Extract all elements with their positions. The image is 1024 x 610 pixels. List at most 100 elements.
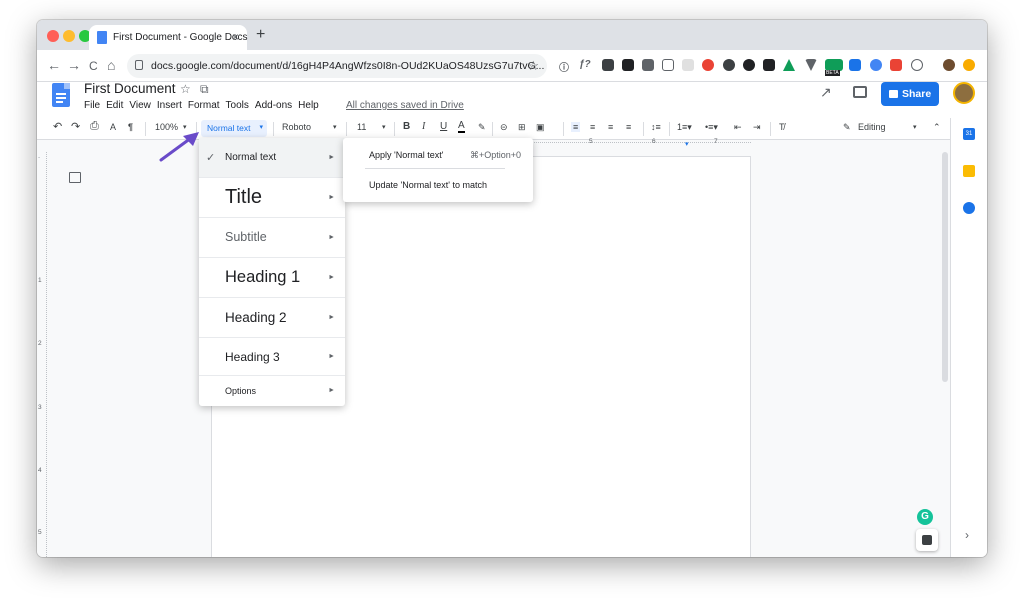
insert-image-icon[interactable]: ▣ (536, 122, 545, 133)
document-outline-icon[interactable] (69, 172, 81, 183)
close-window-button[interactable] (47, 30, 59, 42)
extension-formula-icon[interactable]: ƒ? (579, 59, 591, 71)
profile-avatar[interactable] (943, 59, 955, 71)
apply-normal-text-item[interactable]: Apply 'Normal text' (369, 150, 443, 160)
decrease-indent-icon[interactable]: ⇤ (734, 122, 742, 133)
style-option-label: Title (225, 186, 263, 208)
share-button[interactable]: Share (881, 82, 939, 106)
insert-link-icon[interactable]: ⊝ (500, 122, 508, 133)
menu-help[interactable]: Help (298, 100, 319, 111)
add-comment-icon[interactable]: ⊞ (518, 122, 526, 133)
extension-s-icon[interactable] (849, 59, 861, 71)
extension-asana-icon[interactable] (702, 59, 714, 71)
style-option-normal-text[interactable]: ✓ Normal text ► (199, 138, 345, 178)
extension-drive-icon[interactable] (783, 59, 795, 71)
align-justify-icon[interactable]: ≡ (626, 122, 631, 132)
style-option-subtitle[interactable]: Subtitle ► (199, 218, 345, 258)
extension-v-icon[interactable] (805, 59, 817, 71)
bulleted-list-icon[interactable]: •≡▾ (705, 122, 718, 133)
paragraph-style-select[interactable]: Normal text ▾ (201, 120, 267, 137)
undo-button[interactable]: ↶ (53, 120, 62, 133)
back-button[interactable]: ← (47, 57, 61, 73)
browser-tab[interactable]: First Document - Google Docs × (89, 25, 248, 50)
bold-button[interactable]: B (403, 121, 410, 132)
extension-monitor-icon[interactable] (763, 59, 775, 71)
extension-notion-icon[interactable] (622, 59, 634, 71)
grammarly-icon[interactable]: G (917, 509, 933, 525)
home-button[interactable]: ⌂ (107, 57, 115, 73)
extension-info-icon[interactable]: ⓘ (559, 59, 571, 74)
collapse-toolbar-icon[interactable]: ⌃ (933, 122, 941, 133)
bookmark-star-icon[interactable]: ☆ (527, 58, 539, 74)
increase-indent-icon[interactable]: ⇥ (753, 122, 761, 133)
explore-button[interactable] (916, 529, 938, 551)
submenu-arrow-icon: ► (328, 387, 335, 394)
chevron-right-icon[interactable]: › (965, 528, 969, 542)
menu-tools[interactable]: Tools (226, 100, 249, 111)
menu-file[interactable]: File (84, 100, 100, 111)
docs-logo-icon[interactable] (52, 83, 70, 107)
italic-button[interactable]: I (422, 121, 425, 132)
update-icon[interactable] (963, 59, 975, 71)
redo-button[interactable]: ↷ (71, 120, 80, 133)
highlight-pen-icon[interactable]: ✎ (478, 122, 486, 133)
align-right-icon[interactable]: ≡ (608, 122, 613, 132)
minimize-window-button[interactable] (63, 30, 75, 42)
style-option-heading-2[interactable]: Heading 2 ► (199, 298, 345, 338)
forward-button[interactable]: → (67, 57, 81, 73)
extension-h-icon[interactable] (642, 59, 654, 71)
calendar-icon[interactable]: 31 (963, 128, 975, 140)
extension-blank-icon[interactable] (682, 59, 694, 71)
share-label: Share (902, 88, 932, 100)
print-button[interactable]: ⎙ (90, 120, 99, 133)
arrow-shaft (159, 136, 193, 162)
extension-c-icon[interactable] (662, 59, 674, 71)
activity-trend-icon[interactable]: ↗ (820, 84, 832, 101)
line-spacing-icon[interactable]: ↕≡ (651, 122, 661, 132)
size-caret-icon[interactable]: ▾ (382, 123, 386, 131)
tasks-icon[interactable] (963, 202, 975, 214)
clear-formatting-icon[interactable]: T̸ (779, 122, 785, 132)
underline-button[interactable]: U (440, 121, 447, 132)
move-folder-icon[interactable]: ⧉ (200, 82, 209, 97)
style-option-heading-3[interactable]: Heading 3 ► (199, 338, 345, 376)
extension-face-icon[interactable] (911, 59, 923, 71)
reload-button[interactable]: C (89, 59, 98, 73)
text-color-button[interactable]: A (458, 120, 465, 133)
mode-caret-icon[interactable]: ▾ (913, 123, 917, 131)
menu-edit[interactable]: Edit (106, 100, 123, 111)
keep-icon[interactable] (963, 165, 975, 177)
editing-mode-select[interactable]: Editing (858, 122, 886, 132)
indent-marker-icon[interactable]: ▾ (685, 140, 689, 148)
omnibox[interactable]: docs.google.com/document/d/16gH4P4AngWfz… (127, 54, 547, 78)
paint-format-button[interactable]: ¶ (128, 122, 133, 132)
extension-heart-icon[interactable] (743, 59, 755, 71)
style-option-options[interactable]: Options ► (199, 376, 345, 406)
menu-format[interactable]: Format (188, 100, 220, 111)
style-option-title[interactable]: Title ► (199, 178, 345, 218)
star-icon[interactable]: ☆ (180, 82, 191, 96)
font-caret-icon[interactable]: ▾ (333, 123, 337, 131)
account-avatar[interactable] (953, 82, 975, 104)
document-title[interactable]: First Document (84, 81, 176, 96)
comments-icon[interactable] (853, 86, 867, 98)
save-status[interactable]: All changes saved in Drive (346, 100, 464, 111)
font-select[interactable]: Roboto (282, 122, 311, 132)
font-size-select[interactable]: 11 (357, 122, 366, 132)
new-tab-button[interactable]: + (256, 26, 265, 44)
align-center-icon[interactable]: ≡ (590, 122, 595, 132)
menu-addons[interactable]: Add-ons (255, 100, 292, 111)
numbered-list-icon[interactable]: 1≡▾ (677, 122, 692, 133)
update-normal-text-item[interactable]: Update 'Normal text' to match (369, 180, 487, 190)
menu-insert[interactable]: Insert (157, 100, 182, 111)
extension-check-icon[interactable] (870, 59, 882, 71)
tab-close-icon[interactable]: × (232, 30, 239, 44)
spellcheck-button[interactable]: A (110, 122, 116, 132)
extension-pen-icon[interactable] (602, 59, 614, 71)
extension-youtube-icon[interactable] (890, 59, 902, 71)
vertical-scrollbar[interactable] (942, 152, 948, 382)
menu-view[interactable]: View (129, 100, 151, 111)
style-option-heading-1[interactable]: Heading 1 ► (199, 258, 345, 298)
extension-bird-icon[interactable] (723, 59, 735, 71)
align-left-icon[interactable]: ≡ (571, 122, 581, 132)
